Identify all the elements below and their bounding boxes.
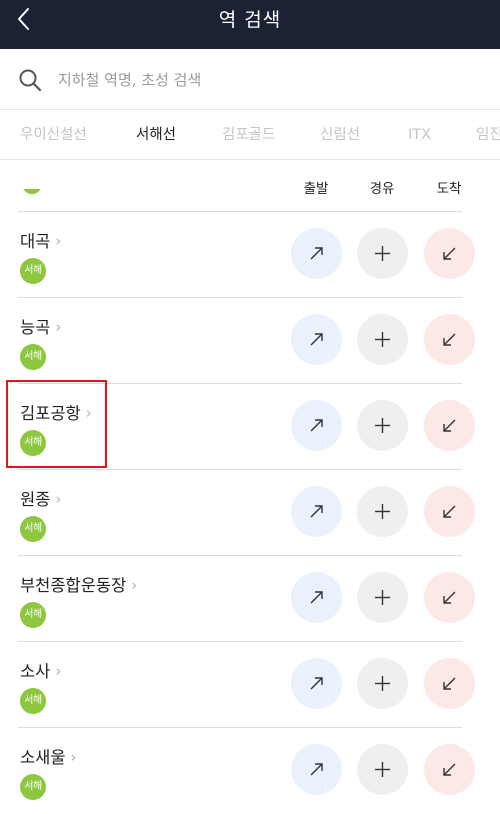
plus-icon [375,332,390,347]
page-title: 역 검색 [218,9,282,31]
station-name-link[interactable]: 원종 › [20,486,61,510]
set-via-button[interactable] [357,228,408,279]
set-arrival-button[interactable] [424,486,475,537]
line-color-indicator [22,189,42,194]
line-badge: 서해 [20,430,46,456]
line-badge: 서해 [20,516,46,542]
set-via-button[interactable] [357,572,408,623]
chevron-right-icon: › [55,318,62,336]
plus-icon [375,246,390,261]
line-badge: 서해 [20,602,46,628]
station-name-link[interactable]: 능곡 › [20,314,61,338]
tab-line-5[interactable]: 임진 [476,110,500,159]
station-row: 능곡 › 서해 [0,298,500,384]
chevron-right-icon: › [131,576,138,594]
set-via-button[interactable] [357,658,408,709]
chevron-right-icon: › [55,662,62,680]
plus-icon [375,590,390,605]
arrow-down-left-icon [443,247,456,260]
arrow-up-right-icon [310,419,323,432]
set-via-button[interactable] [357,314,408,365]
station-name: 소사 [20,662,51,681]
station-name: 부천종합운동장 [20,576,127,595]
line-badge: 서해 [20,258,46,284]
arrow-down-left-icon [443,505,456,518]
depart-column-label: 출발 [303,181,329,197]
tab-line-0[interactable]: 우이신설선 [20,110,87,159]
arrow-down-left-icon [443,677,456,690]
station-search-input[interactable] [56,63,480,97]
chevron-right-icon: › [85,404,92,422]
set-via-button[interactable] [357,400,408,451]
station-name: 소새울 [20,748,66,767]
set-departure-button[interactable] [291,486,342,537]
arrow-up-right-icon [310,677,323,690]
set-departure-button[interactable] [291,744,342,795]
arrow-up-right-icon [310,333,323,346]
plus-icon [375,762,390,777]
chevron-right-icon: › [55,490,62,508]
set-arrival-button[interactable] [424,658,475,709]
arrow-down-left-icon [443,333,456,346]
set-arrival-button[interactable] [424,314,475,365]
arrow-down-left-icon [443,419,456,432]
station-row: 소새울 › 서해 [0,728,500,814]
set-departure-button[interactable] [291,658,342,709]
line-badge: 서해 [20,344,46,370]
set-arrival-button[interactable] [424,572,475,623]
chevron-right-icon: › [70,748,77,766]
station-name-link[interactable]: 김포공항 › [20,400,92,424]
set-departure-button[interactable] [291,314,342,365]
tab-line-4[interactable]: ITX [408,110,431,159]
arrow-down-left-icon [443,763,456,776]
station-name: 대곡 [20,232,51,251]
set-departure-button[interactable] [291,228,342,279]
column-header-row: 출발 경유 도착 [0,160,500,212]
arrow-up-right-icon [310,505,323,518]
arrive-column-label: 도착 [436,181,462,197]
station-name-link[interactable]: 소새울 › [20,744,77,768]
set-arrival-button[interactable] [424,400,475,451]
tab-line-1[interactable]: 서해선 [136,110,176,159]
set-arrival-button[interactable] [424,228,475,279]
station-name-link[interactable]: 부천종합운동장 › [20,572,137,596]
top-bar: 역 검색 [0,0,500,49]
station-row: 부천종합운동장 › 서해 [0,556,500,642]
station-row: 대곡 › 서해 [0,212,500,298]
arrow-up-right-icon [310,247,323,260]
set-departure-button[interactable] [291,572,342,623]
station-name: 원종 [20,490,51,509]
station-row: 원종 › 서해 [0,470,500,556]
station-name: 김포공항 [20,404,81,423]
line-tabs: 우이신설선 서해선 김포골드 신림선 ITX 임진 [0,110,500,160]
line-badge: 서해 [20,774,46,800]
via-column-label: 경유 [369,181,395,197]
search-bar [0,49,500,110]
plus-icon [375,676,390,691]
set-departure-button[interactable] [291,400,342,451]
arrow-up-right-icon [310,591,323,604]
set-via-button[interactable] [357,486,408,537]
set-via-button[interactable] [357,744,408,795]
station-name-link[interactable]: 소사 › [20,658,61,682]
plus-icon [375,418,390,433]
tab-line-2[interactable]: 김포골드 [222,110,275,159]
search-icon [19,69,42,92]
station-row: 김포공항 › 서해 [0,384,500,470]
line-badge: 서해 [20,688,46,714]
set-arrival-button[interactable] [424,744,475,795]
station-name-link[interactable]: 대곡 › [20,228,61,252]
plus-icon [375,504,390,519]
station-name: 능곡 [20,318,51,337]
chevron-right-icon: › [55,232,62,250]
tab-line-3[interactable]: 신림선 [320,110,360,159]
arrow-down-left-icon [443,591,456,604]
station-row: 소사 › 서해 [0,642,500,728]
arrow-up-right-icon [310,763,323,776]
